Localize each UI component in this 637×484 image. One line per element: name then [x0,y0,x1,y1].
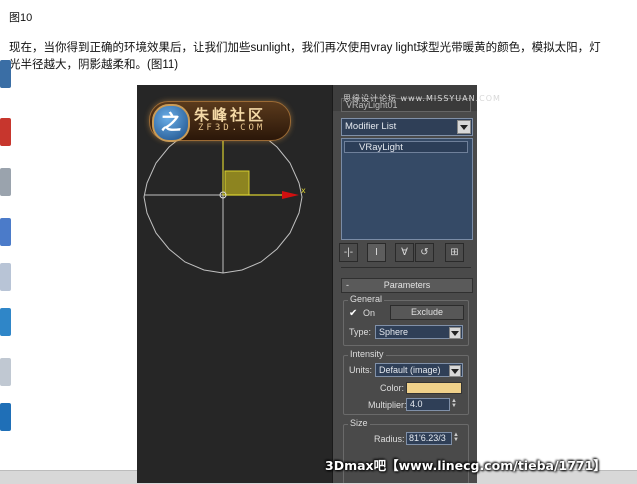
multiplier-label: Multiplier: [368,400,407,410]
logo-title: 朱峰社区 [194,106,267,124]
type-label: Type: [349,327,372,337]
type-value: Sphere [379,327,409,337]
make-unique-icon[interactable]: ∀ [395,243,414,262]
modifier-list-label: Modifier List [345,121,397,132]
spinner-arrows-icon[interactable]: ▲ ▼ [451,398,459,410]
radius-value: 81'6.23/3 [409,433,446,443]
exclude-button[interactable]: Exclude [390,305,464,320]
plane-handle [224,170,250,196]
show-end-result-icon[interactable]: I [367,243,386,262]
command-panel: VRayLight01 Modifier List VRayLight -|- … [332,85,477,483]
radius-spinner[interactable]: 81'6.23/3 ▲ ▼ [406,432,459,445]
desktop-icon[interactable] [0,263,11,291]
general-group-label: General [348,294,385,304]
desktop-icon[interactable] [0,168,11,196]
stack-toolbar: -|- I ∀ ↺ ⊞ [339,243,473,262]
size-group: Size Radius: 81'6.23/3 ▲ ▼ [343,418,469,483]
divider [341,267,471,268]
general-group: General ✔ On Exclude Type: Sphere [343,294,469,346]
logo-url: ZF3D.COM [198,123,266,133]
radius-label: Radius: [374,434,405,444]
color-swatch[interactable] [406,382,462,394]
units-label: Units: [349,365,373,375]
color-label: Color: [380,383,405,393]
size-group-label: Size [348,418,370,428]
desktop-icon[interactable] [0,60,11,88]
units-dropdown[interactable]: Default (image) [375,363,463,377]
zf3d-logo: 之 朱峰社区 ZF3D.COM [149,101,291,142]
desktop-icon[interactable] [0,403,11,431]
desktop-icon[interactable] [0,118,11,146]
configure-sets-icon[interactable]: ⊞ [445,243,464,262]
chevron-down-icon[interactable] [449,327,461,339]
bottom-watermark: 3Dmax吧【www.linecg.com/tieba/1771】 [325,458,606,473]
logo-badge: 之 [152,104,190,142]
spinner-arrows-icon[interactable]: ▲ ▼ [453,432,461,444]
multiplier-value: 4.0 [410,399,423,409]
type-dropdown[interactable]: Sphere [375,325,463,339]
axis-x-label: x [301,186,306,195]
remove-modifier-icon[interactable]: ↺ [415,243,434,262]
multiplier-spinner[interactable]: 4.0 ▲ ▼ [406,398,457,411]
viewport[interactable]: x 之 朱峰社区 ZF3D.COM [137,85,332,483]
light-gizmo: x [143,122,306,274]
on-label: On [363,308,376,318]
figure-label: 图10 [9,12,33,24]
chevron-down-icon[interactable] [457,120,471,134]
desktop-icon-strip [0,48,11,468]
intensity-group-label: Intensity [348,349,386,359]
parameters-rollout-header[interactable]: - Parameters [341,278,473,293]
rollout-title: Parameters [383,280,431,290]
top-watermark: 思缘设计论坛 www.MISSYUAN.COM [343,94,501,103]
desktop-icon[interactable] [0,218,11,246]
stack-item-vraylight[interactable]: VRayLight [344,141,468,153]
modifier-stack[interactable]: VRayLight [341,138,473,240]
on-checkbox[interactable]: ✔ [349,309,358,319]
chevron-down-icon[interactable] [449,365,461,377]
units-value: Default (image) [379,365,441,375]
gizmo-x-arrow [282,191,299,199]
desktop-icon[interactable] [0,308,11,336]
intensity-group: Intensity Units: Default (image) Color: … [343,349,469,415]
max-screenshot: x 之 朱峰社区 ZF3D.COM VRayLight01 Modifier L… [137,85,477,483]
caption-paragraph: 现在，当你得到正确的环境效果后，让我们加些sunlight，我们再次使用vray… [9,42,601,71]
pin-stack-icon[interactable]: -|- [339,243,358,262]
modifier-list-dropdown[interactable]: Modifier List [341,118,473,136]
desktop-icon[interactable] [0,358,11,386]
